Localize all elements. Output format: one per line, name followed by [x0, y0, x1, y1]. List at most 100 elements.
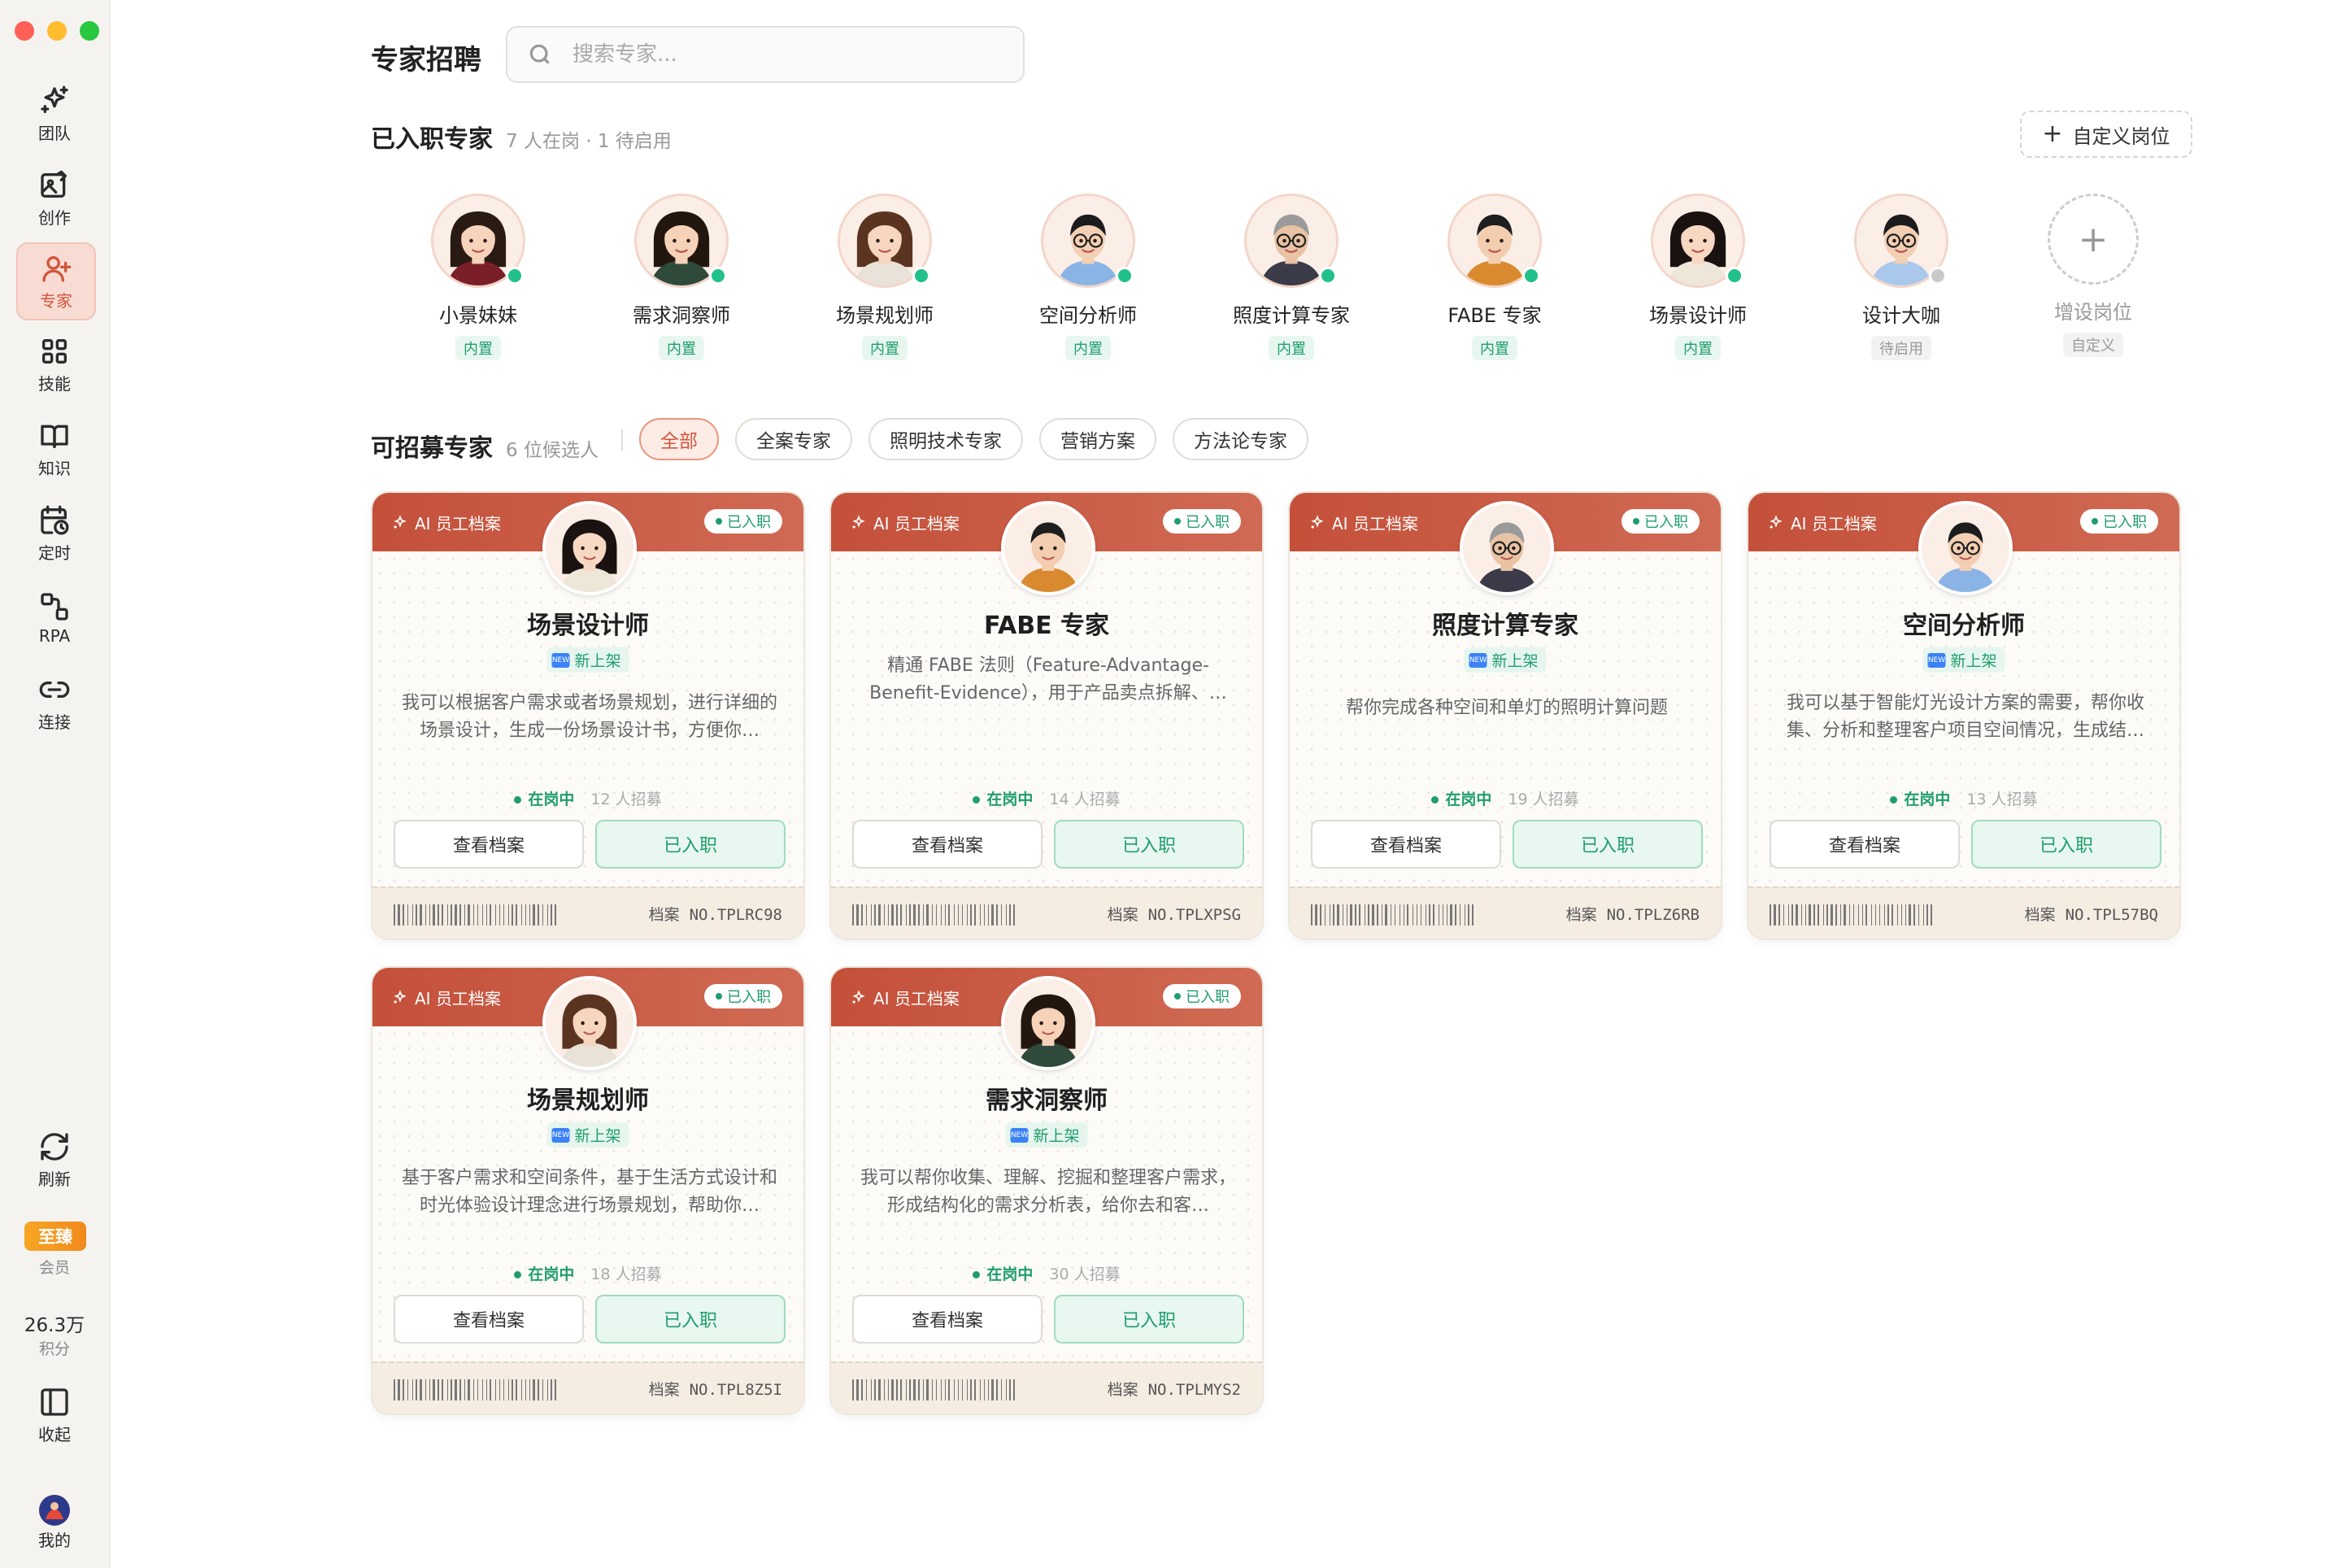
view-profile-button[interactable]: 查看档案 [852, 1295, 1043, 1344]
nav-label: 专家 [40, 290, 72, 311]
hire-button[interactable]: 已入职 [595, 820, 786, 869]
sparkles-icon [394, 514, 407, 529]
new-badge-label: 新上架 [1950, 652, 1997, 670]
view-profile-button[interactable]: 查看档案 [1770, 820, 1960, 869]
add-position-slot[interactable]: + 增设岗位 自定义 [2012, 194, 2174, 357]
collapse-button[interactable]: 收起 [16, 1378, 93, 1453]
team-member[interactable]: 场景设计师 内置 [1617, 194, 1779, 360]
view-profile-button[interactable]: 查看档案 [394, 1295, 584, 1344]
refresh-button[interactable]: 刷新 [16, 1122, 93, 1197]
status-dot [912, 267, 930, 285]
workflow-icon [41, 593, 68, 621]
member-avatar-wrap [634, 194, 729, 288]
filter-chip[interactable]: 全案专家 [735, 418, 852, 460]
search-input[interactable] [571, 41, 997, 68]
expert-card[interactable]: AI 员工档案 已入职 空间分析师 NEW 新上架 我可以基于智能灯光设计方案的… [1747, 491, 2181, 940]
status-label: 在岗中 [1431, 791, 1491, 808]
expert-card[interactable]: AI 员工档案 已入职 场景规划师 NEW 新上架 基于客户需求和空间条件，基于… [371, 966, 805, 1415]
filter-chip[interactable]: 照明技术专家 [868, 418, 1023, 460]
status-dot [1522, 267, 1540, 285]
expert-card[interactable]: AI 员工档案 已入职 需求洞察师 NEW 新上架 我可以帮你收集、理解、挖掘和… [829, 966, 1264, 1415]
hire-button[interactable]: 已入职 [1054, 1295, 1244, 1344]
hire-button[interactable]: 已入职 [595, 1295, 786, 1344]
nav-item-schedule[interactable]: 定时 [16, 496, 93, 571]
nav-item-connect[interactable]: 连接 [16, 665, 93, 740]
file-number: 档案 NO.TPLRC98 [649, 903, 782, 925]
hired-badge: 已入职 [1622, 509, 1700, 534]
file-label: 档案 [2024, 906, 2056, 924]
status-row: 在岗中 30 人招募 [831, 1262, 1262, 1284]
team-member[interactable]: 需求洞察师 内置 [600, 194, 763, 360]
expert-name: 照度计算专家 [1432, 612, 1578, 640]
team-member[interactable]: 空间分析师 内置 [1007, 194, 1169, 360]
status-label: 在岗中 [1890, 791, 1950, 808]
minimize-window-button[interactable] [47, 21, 67, 41]
expert-card[interactable]: AI 员工档案 已入职 场景设计师 NEW 新上架 我可以根据客户需求或者场景规… [371, 491, 805, 940]
my-avatar[interactable] [39, 1495, 70, 1526]
card-header-label-wrap: AI 员工档案 [1768, 511, 1877, 534]
team-member[interactable]: 设计大咖 待启用 [1820, 194, 1983, 360]
nav-item-rpa[interactable]: RPA [16, 581, 93, 656]
onboarded-title: 已入职专家 [371, 125, 493, 154]
view-profile-button[interactable]: 查看档案 [852, 820, 1043, 869]
filter-chip[interactable]: 营销方案 [1039, 418, 1156, 460]
hired-badge: 已入职 [2080, 509, 2158, 534]
expert-card[interactable]: AI 员工档案 已入职 FABE 专家 精通 FABE 法则（Feature-A… [829, 491, 1264, 940]
barcode [394, 904, 556, 926]
nav-item-knowledge[interactable]: 知识 [16, 412, 93, 486]
member-name: 场景规划师 [836, 304, 934, 327]
add-slot-label: 增设岗位 [2054, 301, 2132, 324]
file-number: 档案 NO.TPLZ6RB [1566, 903, 1700, 925]
team-member[interactable]: 场景规划师 内置 [803, 194, 966, 360]
nav-item-skills[interactable]: 技能 [16, 327, 93, 402]
filter-chip[interactable]: 全部 [639, 418, 719, 460]
collapse-label: 收起 [38, 1424, 71, 1444]
nav-item-team[interactable]: 团队 [16, 76, 93, 151]
expert-card[interactable]: AI 员工档案 已入职 照度计算专家 NEW 新上架 帮你完成各种空间和单灯的照… [1288, 491, 1722, 940]
points-value[interactable]: 26.3万 [0, 1309, 109, 1337]
status-row: 在岗中 12 人招募 [372, 787, 803, 809]
status-dot [1726, 267, 1743, 285]
member-tag: 内置 [659, 336, 704, 360]
maximize-window-button[interactable] [80, 21, 99, 41]
nav-item-experts[interactable]: 专家 [16, 242, 96, 320]
new-badge-label: 新上架 [574, 652, 621, 670]
hired-badge: 已入职 [1163, 509, 1241, 534]
status-label: 在岗中 [973, 1265, 1033, 1283]
expert-description: 我可以根据客户需求或者场景规划，进行详细的场景设计，生成一份场景设计书，方便你… [401, 693, 777, 741]
avatar [1001, 976, 1095, 1070]
team-member[interactable]: FABE 专家 内置 [1413, 194, 1576, 360]
status-dot [709, 267, 727, 285]
sidebar-collapse-icon [41, 1387, 68, 1416]
hire-button[interactable]: 已入职 [1054, 820, 1244, 869]
filter-chip[interactable]: 方法论专家 [1173, 418, 1308, 460]
vip-badge[interactable]: 至臻 [24, 1222, 86, 1251]
user-plus-icon [42, 255, 72, 282]
view-profile-button[interactable]: 查看档案 [394, 820, 584, 869]
new-badge: NEW 新上架 [546, 1122, 629, 1148]
expert-description: 我可以基于智能灯光设计方案的需要，帮你收集、分析和整理客户项目空间情况，生成结… [1786, 693, 2144, 741]
file-no: NO.TPLMYS2 [1147, 1381, 1241, 1399]
file-no: NO.TPLZ6RB [1606, 906, 1700, 924]
custom-position-button[interactable]: + 自定义岗位 [2020, 111, 2192, 158]
sparkles-icon [1311, 514, 1324, 529]
file-label: 档案 [1107, 1381, 1138, 1399]
search-box[interactable] [506, 26, 1025, 83]
member-avatar-wrap [431, 194, 525, 288]
close-window-button[interactable] [15, 21, 34, 41]
team-member[interactable]: 小景妹妹 内置 [397, 194, 559, 360]
image-edit-icon [41, 170, 67, 198]
card-header-label: AI 员工档案 [415, 514, 501, 534]
view-profile-button[interactable]: 查看档案 [1311, 820, 1501, 869]
team-member[interactable]: 照度计算专家 内置 [1210, 194, 1373, 360]
expert-name: 空间分析师 [1903, 612, 2025, 640]
file-label: 档案 [1107, 906, 1138, 924]
file-label: 档案 [1565, 906, 1597, 924]
me-label[interactable]: 我的 [0, 1527, 109, 1551]
add-slot-tag: 自定义 [2063, 333, 2123, 357]
nav-item-create[interactable]: 创作 [16, 161, 93, 236]
nav-label: 连接 [38, 712, 71, 732]
status-dot [1319, 267, 1337, 285]
hire-button[interactable]: 已入职 [1513, 820, 1703, 869]
hire-button[interactable]: 已入职 [1971, 820, 2161, 869]
